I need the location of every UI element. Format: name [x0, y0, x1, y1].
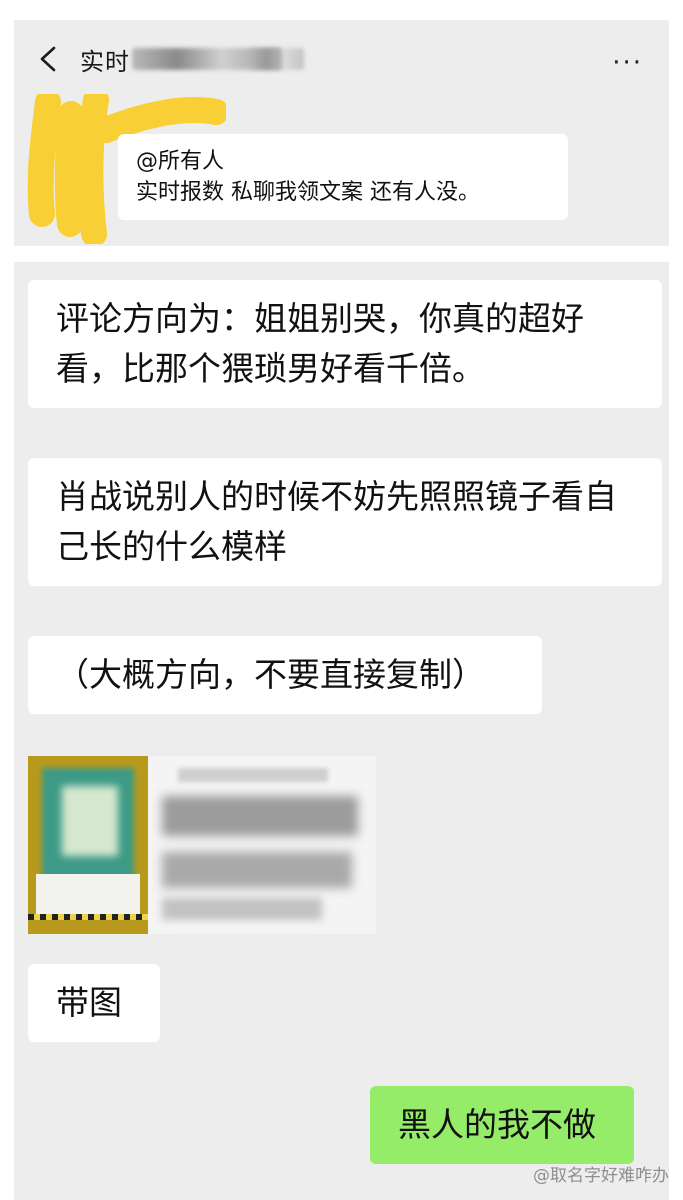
announcement-text: 实时报数 私聊我领文案 还有人没。: [136, 180, 480, 205]
chat-title: 实时: [80, 48, 130, 76]
announcement-bubble[interactable]: @所有人 实时报数 私聊我领文案 还有人没。: [118, 134, 568, 220]
redacted-chat-count: [250, 48, 304, 70]
chevron-left-icon[interactable]: [38, 46, 58, 72]
image-message[interactable]: [28, 756, 376, 934]
message-text: （大概方向，不要直接复制）: [56, 655, 485, 694]
message-bubble[interactable]: 带图: [28, 964, 160, 1042]
weibo-watermark: @取名字好难咋办: [533, 1166, 669, 1186]
message-text: 评论方向为：姐姐别哭，你真的超好看，比那个猥琐男好看千倍。: [56, 299, 584, 388]
mention-all[interactable]: @所有人: [136, 146, 550, 177]
chat-header-panel: 实时 ··· @所有人 实时报数 私聊我领文案 还有人没。: [14, 20, 669, 246]
message-text: 带图: [56, 983, 122, 1022]
pixelated-screenshot: [148, 756, 376, 934]
message-bubble[interactable]: 评论方向为：姐姐别哭，你真的超好看，比那个猥琐男好看千倍。: [28, 280, 662, 408]
more-dots-icon[interactable]: ···: [612, 48, 643, 78]
message-bubble[interactable]: 肖战说别人的时候不妨先照照镜子看自己长的什么模样: [28, 458, 662, 586]
message-text: 肖战说别人的时候不妨先照照镜子看自己长的什么模样: [56, 477, 617, 566]
message-bubble[interactable]: （大概方向，不要直接复制）: [28, 636, 542, 714]
pixelated-photo: [28, 756, 148, 934]
chat-header: 实时 ···: [14, 20, 669, 92]
message-text: 黑人的我不做: [398, 1105, 596, 1144]
sent-message-bubble[interactable]: 黑人的我不做: [370, 1086, 634, 1164]
chat-messages-panel: 评论方向为：姐姐别哭，你真的超好看，比那个猥琐男好看千倍。 肖战说别人的时候不妨…: [14, 262, 669, 1200]
